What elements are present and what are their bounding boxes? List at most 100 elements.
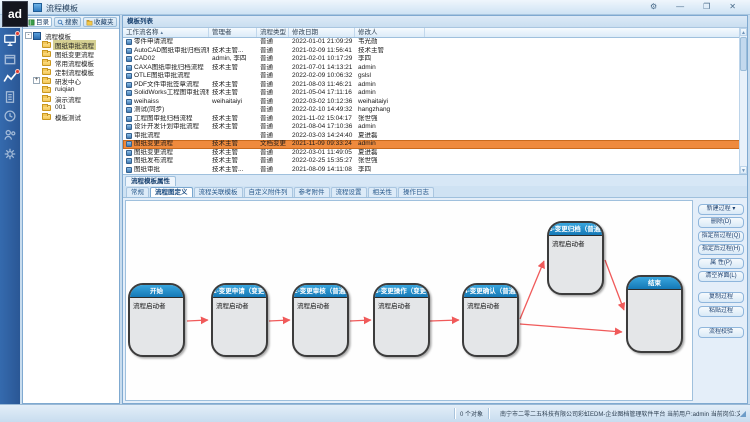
flow-node-change-archive[interactable]: 5-变更归档（普通） 流程启动者 [547, 221, 604, 295]
close-icon[interactable]: ✕ [729, 2, 736, 12]
tab-search[interactable]: 搜索 [54, 17, 81, 27]
table-row[interactable]: AutoCAD图纸审批归档流程 技术主管... 普通 2021-02-09 11… [123, 47, 747, 56]
side-button[interactable]: 属 性(P) [698, 258, 744, 269]
table-row[interactable]: OTLE图纸审批流程 普通 2022-02-09 10:06:32 gslsl [123, 72, 747, 81]
side-button[interactable]: 复制过程 [698, 292, 744, 303]
table-row[interactable]: CAXA图纸审批归档流程 技术主管 普通 2021-07-01 14:13:21… [123, 64, 747, 73]
activity-chart-icon[interactable] [3, 71, 17, 85]
package-icon[interactable] [3, 52, 17, 66]
tree-item[interactable]: + 研发中心 [23, 76, 119, 85]
properties-title[interactable]: 流程模板属性 [125, 176, 176, 186]
properties-tab[interactable]: 相关性 [368, 187, 398, 197]
side-button[interactable]: 指定前过程(Q) [698, 231, 744, 242]
table-row[interactable]: 测试(同步) 普通 2022-02-10 14:49:32 hangzhang [123, 106, 747, 115]
table-row[interactable]: weihaiss weihaitaiyi 普通 2022-03-02 10:12… [123, 98, 747, 107]
cell-date: 2022-02-25 15:35:27 [289, 157, 355, 166]
scroll-down-icon[interactable]: ▼ [740, 166, 747, 174]
window-icon [33, 3, 42, 12]
cell-type: 文档变更 [257, 140, 289, 149]
table-row[interactable]: 图纸变更流程 技术主管 普通 2022-03-01 11:49:05 夏进磊 [123, 149, 747, 158]
cell-user: weihaitaiyi [355, 98, 425, 107]
monitor-icon[interactable] [3, 33, 17, 47]
tab-catalog[interactable]: 目录 [25, 17, 52, 27]
table-row[interactable]: 图纸审批 技术主管... 普通 2021-08-09 14:11:08 李四 [123, 166, 747, 175]
tree-item[interactable]: 模板测试 [23, 112, 119, 121]
cell-user: 技术主管 [355, 47, 425, 56]
properties-tab[interactable]: 参考附件 [294, 187, 330, 197]
cell-date: 2021-08-04 17:10:36 [289, 123, 355, 132]
table-row[interactable]: PDF文件审批签章流程 技术主管 普通 2021-08-03 11:46:21 … [123, 81, 747, 90]
sort-asc-icon: ▴ [161, 30, 164, 36]
column-header-manager[interactable]: 管理者 [209, 28, 257, 37]
cell-type: 普通 [257, 106, 289, 115]
properties-tab[interactable]: 流程关联模板 [194, 187, 243, 197]
properties-tab[interactable]: 流程图定义 [150, 187, 193, 197]
folder-icon [42, 87, 51, 93]
table-row[interactable]: 审批流程 普通 2022-03-03 14:24:40 夏进磊 [123, 132, 747, 141]
settings-icon[interactable]: ⚙ [650, 2, 657, 12]
table-row[interactable]: 工程图审批归档流程 技术主管 普通 2021-11-02 15:04:17 张世… [123, 115, 747, 124]
tab-favorites[interactable]: 收藏夹 [83, 17, 117, 27]
properties-tab[interactable]: 自定义附件列 [244, 187, 293, 197]
cell-date: 2021-08-09 14:11:08 [289, 166, 355, 175]
side-button[interactable]: 清空界面(L) [698, 271, 744, 282]
column-header-name[interactable]: 工作流名称▴ [123, 28, 209, 37]
table-row[interactable]: 零件申请流程 普通 2022-01-01 21:09:29 韦光勋 [123, 38, 747, 47]
flow-node-title: 2-变更审核（普通） [294, 285, 347, 298]
column-name-label: 工作流名称 [126, 29, 159, 36]
flow-diagram-canvas: 开始 流程启动者 1-变更申请（变更申 流程启动者 2-变更审核（普通） 流程启… [125, 200, 693, 401]
flow-node-end[interactable]: 结束 [626, 275, 683, 353]
gear-icon[interactable] [3, 147, 17, 161]
cell-date: 2021-02-01 10:17:29 [289, 55, 355, 64]
search-icon [57, 19, 64, 26]
table-row[interactable]: SolidWorks工程图审批流程 技术主管 普通 2021-05-04 17:… [123, 89, 747, 98]
properties-section: 流程模板属性 [123, 174, 747, 186]
resize-grip[interactable]: ◢ [740, 410, 746, 418]
cell-workflow-name: PDF文件审批签章流程 [134, 81, 199, 90]
clock-icon[interactable] [3, 109, 17, 123]
maximize-icon[interactable]: ❐ [703, 2, 710, 12]
table-scrollbar[interactable]: ▲ ▼ [739, 28, 747, 174]
properties-tab[interactable]: 流程设置 [331, 187, 367, 197]
flow-node-change-review[interactable]: 2-变更审核（普通） 流程启动者 [292, 283, 349, 357]
scroll-up-icon[interactable]: ▲ [740, 28, 747, 36]
flow-node-change-request[interactable]: 1-变更申请（变更申 流程启动者 [211, 283, 268, 357]
expand-toggle[interactable]: - [25, 32, 32, 39]
table-row[interactable]: CAD02 admin, 李四 普通 2021-02-01 10:17:29 李… [123, 55, 747, 64]
status-separator [454, 408, 455, 419]
side-button[interactable]: 流程校验 [698, 327, 744, 338]
side-button[interactable]: 粘贴过程 [698, 306, 744, 317]
flow-node-start[interactable]: 开始 流程启动者 [128, 283, 185, 357]
cell-manager [209, 106, 257, 115]
table-row[interactable]: 图纸变更流程 技术主管 文档变更 2021-11-09 09:33:24 adm… [123, 140, 747, 149]
workflow-icon [126, 150, 132, 156]
cell-user: admin [355, 123, 425, 132]
flow-node-change-confirm[interactable]: 4-变更确认（普通） 流程启动者 [462, 283, 519, 357]
cell-type: 普通 [257, 115, 289, 124]
cell-type: 普通 [257, 132, 289, 141]
cell-user: 李四 [355, 55, 425, 64]
expand-toggle[interactable]: + [33, 77, 40, 84]
properties-tab[interactable]: 常规 [126, 187, 149, 197]
users-icon[interactable] [3, 128, 17, 142]
folder-icon [42, 51, 51, 57]
cell-workflow-name: 零件申请流程 [134, 38, 173, 47]
column-header-date[interactable]: 修改日期 [289, 28, 355, 37]
minimize-icon[interactable]: — [676, 2, 684, 12]
cell-type: 普通 [257, 81, 289, 90]
side-button[interactable]: 指定后过程(H) [698, 244, 744, 255]
column-header-user[interactable]: 修改人 [355, 28, 425, 37]
flow-node-change-operation[interactable]: 3-变更操作（变更者 流程启动者 [373, 283, 430, 357]
table-row[interactable]: 图纸发布流程 技术主管 普通 2022-02-25 15:35:27 张世强 [123, 157, 747, 166]
column-header-type[interactable]: 流程类型 [257, 28, 289, 37]
table-row[interactable]: 设计开发计划审批流程 技术主管 普通 2021-08-04 17:10:36 a… [123, 123, 747, 132]
cell-user: 李四 [355, 166, 425, 175]
tree-item[interactable]: 演示流程 [23, 94, 119, 103]
tab-favorites-label: 收藏夹 [94, 18, 114, 27]
properties-tab[interactable]: 操作日志 [398, 187, 434, 197]
side-button[interactable]: 新建过程 ▾ [698, 204, 744, 215]
side-button[interactable]: 删除(D) [698, 217, 744, 228]
scrollbar-thumb[interactable] [740, 37, 747, 71]
window-title: 流程模板 [46, 3, 78, 14]
document-icon[interactable] [3, 90, 17, 104]
